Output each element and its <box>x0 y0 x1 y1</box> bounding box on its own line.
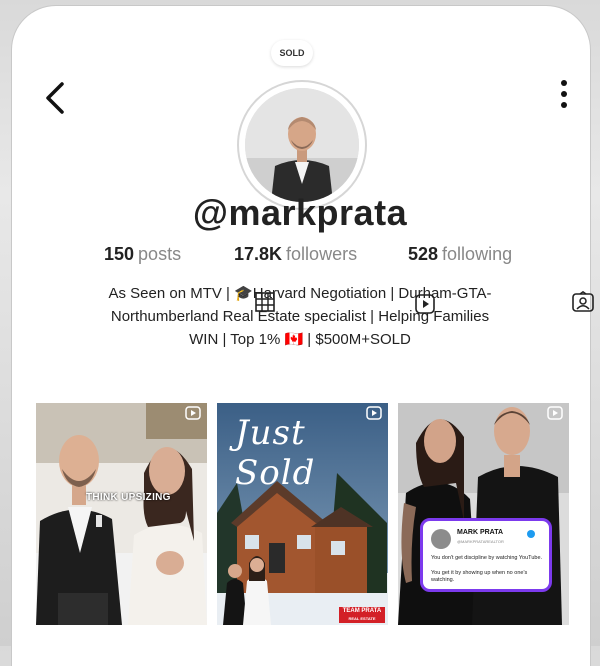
stat-posts-value: 150 <box>104 244 135 264</box>
reels-tab[interactable] <box>414 293 436 315</box>
bio-line: Northumberland Real Estate specialist | … <box>110 308 490 325</box>
card-handle: @MARKPRATAREALTOR <box>457 539 504 544</box>
stat-following[interactable]: 528 following <box>408 244 512 265</box>
profile-bio: As Seen on MTV | 🎓Harvard Negotiation | … <box>60 282 540 351</box>
post-caption: THINK UPSIZING <box>86 492 171 503</box>
stat-followers-value: 17.8K <box>234 244 283 264</box>
post-tile[interactable]: MARK PRATA @MARKPRATAREALTOR You don't g… <box>398 403 569 625</box>
grid-icon <box>255 292 275 312</box>
profile-avatar[interactable] <box>237 80 367 210</box>
profile-username: @markprata <box>192 192 408 233</box>
tagged-user-icon <box>572 291 594 312</box>
profile-stats: 150 posts 17.8K followers 528 following <box>0 244 600 268</box>
card-name: MARK PRATA <box>457 529 504 536</box>
logo-subtext: REAL ESTATE <box>348 616 376 621</box>
sold-badge: SOLD <box>271 40 313 66</box>
stat-posts-label: posts <box>138 244 182 264</box>
grid-tab[interactable] <box>254 291 276 313</box>
chevron-left-icon <box>46 82 64 114</box>
logo-text: TEAM PRATA <box>342 608 382 614</box>
dot-icon <box>561 80 567 86</box>
back-button[interactable] <box>40 78 70 118</box>
tagged-tab[interactable] <box>572 291 594 313</box>
posts-grid: THINK UPSIZING Just Sold TEAM PRATA REAL… <box>36 403 569 625</box>
avatar-photo <box>245 88 359 202</box>
bio-line: WIN | Top 1% 🇨🇦 | $500M+SOLD <box>189 331 411 348</box>
post-tile[interactable]: THINK UPSIZING <box>36 403 207 625</box>
card-quote-line-1: You don't get discipline by watching You… <box>431 555 543 561</box>
card-quote-line-2: You get it by showing up when no one's w… <box>431 570 528 583</box>
stat-following-label: following <box>442 244 513 264</box>
bio-line: As Seen on MTV | 🎓Harvard Negotiation | … <box>108 285 492 302</box>
post-tile[interactable]: Just Sold TEAM PRATA REAL ESTATE <box>217 403 388 625</box>
dot-icon <box>561 91 567 97</box>
stat-following-value: 528 <box>408 244 439 264</box>
dot-icon <box>561 102 567 108</box>
post-thumbnail <box>36 403 207 625</box>
team-prata-logo: TEAM PRATA REAL ESTATE <box>339 608 385 623</box>
card-avatar <box>431 529 451 549</box>
reels-icon <box>415 294 435 314</box>
stat-followers-label: followers <box>286 244 358 264</box>
quote-card: MARK PRATA @MARKPRATAREALTOR You don't g… <box>420 518 552 592</box>
verified-icon <box>527 530 535 538</box>
stat-followers[interactable]: 17.8K followers <box>234 244 357 265</box>
post-caption: Just Sold <box>235 413 316 493</box>
more-options-button[interactable] <box>554 74 574 114</box>
stat-posts[interactable]: 150 posts <box>104 244 181 265</box>
